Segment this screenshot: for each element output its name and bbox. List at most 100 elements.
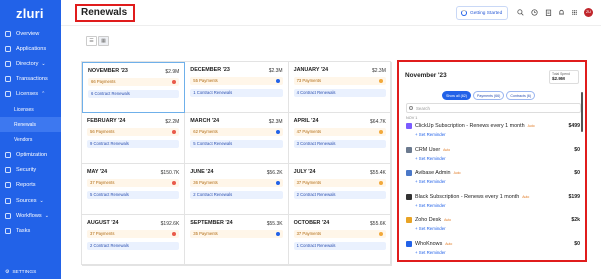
- search-icon: [409, 106, 413, 110]
- set-reminder-link[interactable]: + Set Reminder: [415, 226, 446, 231]
- renewal-item[interactable]: Black Subscription - Renews every 1 mont…: [406, 191, 580, 215]
- contracts-pill[interactable]: 5 Contract Renewals: [87, 191, 180, 199]
- month-cell[interactable]: APRIL '24 $64.7K 47 Payments 3 Contract Ren…: [288, 113, 392, 164]
- renewal-price: $0: [574, 146, 580, 153]
- contracts-count: 2 Contract Renewals: [193, 192, 233, 197]
- contracts-pill[interactable]: 5 Contract Renewals: [190, 140, 283, 148]
- month-cell[interactable]: JUNE '24 $56.2K 36 Payments 2 Contract Rene…: [185, 164, 289, 215]
- payments-pill[interactable]: 37 Payments: [87, 230, 180, 238]
- sidebar-item-reports[interactable]: Reports: [0, 178, 61, 193]
- payments-pill[interactable]: 37 Payments: [293, 230, 386, 238]
- renewal-title: WhoKnows: [415, 240, 443, 247]
- chip-payments[interactable]: Payments (66): [472, 91, 505, 100]
- clock-icon[interactable]: [531, 9, 538, 16]
- payments-pill[interactable]: 56 Payments: [87, 128, 180, 136]
- sidebar-item-overview[interactable]: Overview: [0, 26, 61, 41]
- sidebar-item-tasks[interactable]: Tasks: [0, 223, 61, 238]
- chip-contracts[interactable]: Contracts (6): [506, 91, 536, 100]
- renewal-item[interactable]: ClickUp Subscription - Renews every 1 mo…: [406, 120, 580, 144]
- set-reminder-link[interactable]: + Set Reminder: [415, 179, 446, 184]
- getting-started-button[interactable]: Getting Started: [456, 6, 508, 20]
- payments-pill[interactable]: 47 Payments: [293, 128, 386, 136]
- sidebar-item-licenses-sub[interactable]: Licenses: [0, 102, 61, 117]
- optimization-icon: [5, 152, 11, 159]
- set-reminder-link[interactable]: + Set Reminder: [415, 250, 446, 255]
- auto-tag: Auto: [445, 241, 453, 246]
- settings-link[interactable]: ⚙ SETTINGS: [5, 270, 36, 275]
- month-cell[interactable]: JANUARY '24 $2.3M 73 Payments 4 Contract Re…: [288, 62, 392, 113]
- sidebar-item-vendors-sub[interactable]: Vendors: [0, 132, 61, 147]
- payments-pill[interactable]: 36 Payments: [190, 179, 283, 187]
- contracts-pill[interactable]: 3 Contract Renewals: [293, 140, 386, 148]
- payments-count: 66 Payments: [91, 79, 116, 84]
- sidebar-item-applications[interactable]: Applications: [0, 41, 61, 56]
- sidebar-item-renewals-sub[interactable]: Renewals: [0, 117, 61, 133]
- month-cell[interactable]: MARCH '24 $2.3M 62 Payments 5 Contract Rene…: [185, 113, 289, 164]
- payments-count: 55 Payments: [193, 78, 218, 83]
- filter-chips: Show all (82) Payments (66) Contracts (6…: [442, 91, 536, 100]
- renewal-name: Zoho Desk Auto: [415, 217, 451, 223]
- sidebar-item-label: Overview: [16, 30, 40, 37]
- contracts-pill[interactable]: 2 Contract Renewals: [293, 191, 386, 199]
- month-cell[interactable]: SEPTEMBER '24 $55.3K 35 Payments: [185, 215, 289, 266]
- app-logo-icon: [172, 181, 177, 185]
- renewal-item[interactable]: Avibase Admin Auto $0 + Set Reminder: [406, 167, 580, 191]
- payments-pill[interactable]: 37 Payments: [293, 179, 386, 187]
- month-cell[interactable]: FEBRUARY '24 $2.2M 56 Payments 9 Contract R…: [82, 113, 186, 164]
- payments-pill[interactable]: 55 Payments: [190, 77, 283, 85]
- sidebar-item-security[interactable]: Security: [0, 163, 61, 178]
- total-spend-value: $2.9M: [552, 76, 565, 81]
- panel-scrollbar[interactable]: [581, 92, 583, 132]
- search-input[interactable]: Search: [406, 103, 581, 113]
- apps-grid-icon[interactable]: [571, 9, 578, 16]
- set-reminder-link[interactable]: + Set Reminder: [415, 132, 446, 137]
- contracts-pill[interactable]: 9 Contract Renewals: [87, 140, 180, 148]
- set-reminder-link[interactable]: + Set Reminder: [415, 156, 446, 161]
- contracts-pill[interactable]: 2 Contract Renewals: [87, 242, 180, 250]
- month-cell[interactable]: OCTOBER '24 $55.6K 37 Payments 1 Contract R…: [288, 215, 392, 266]
- grid-view-button[interactable]: ▦: [98, 36, 109, 46]
- app-logo-icon: [406, 217, 412, 223]
- contracts-pill[interactable]: 4 Contract Renewals: [293, 89, 386, 97]
- search-icon[interactable]: [517, 9, 524, 16]
- sidebar-item-workflows[interactable]: Workflows ⌄: [0, 208, 61, 223]
- sidebar-item-label: Directory: [16, 60, 39, 67]
- renewal-name: Black Subscription - Renews every 1 mont…: [415, 194, 529, 200]
- progress-ring-icon: [461, 10, 467, 16]
- contracts-count: 3 Contract Renewals: [296, 141, 336, 146]
- payments-pill[interactable]: 62 Payments: [190, 128, 283, 136]
- contracts-pill[interactable]: 1 Contract Renewals: [190, 89, 283, 97]
- sidebar-item-sources[interactable]: Sources ⌄: [0, 193, 61, 208]
- month-amount: $55.4K: [370, 170, 386, 176]
- sidebar-item-licenses[interactable]: Licenses ⌃: [0, 87, 61, 102]
- renewal-item[interactable]: Zoho Desk Auto $2k + Set Reminder: [406, 214, 580, 238]
- sidebar-item-optimization[interactable]: Optimization: [0, 148, 61, 163]
- clipboard-icon[interactable]: [545, 9, 552, 16]
- renewal-item[interactable]: WhoKnows Auto $0 + Set Reminder: [406, 238, 580, 262]
- chip-show-all[interactable]: Show all (82): [442, 91, 471, 100]
- payments-pill[interactable]: 37 Payments: [87, 179, 180, 187]
- month-cell[interactable]: MAY '24 $150.7K 37 Payments 5 Contract Rene…: [82, 164, 186, 215]
- sidebar-item-directory[interactable]: Directory ⌄: [0, 56, 61, 71]
- bell-icon[interactable]: [558, 9, 565, 16]
- renewal-item[interactable]: CRM User Auto $0 + Set Reminder: [406, 144, 580, 168]
- month-cell[interactable]: JULY '24 $55.4K 37 Payments 2 Contract Rene…: [288, 164, 392, 215]
- contracts-count: 1 Contract Renewals: [193, 90, 233, 95]
- payments-pill[interactable]: 35 Payments: [190, 230, 283, 238]
- payments-count: 37 Payments: [90, 180, 115, 185]
- payments-pill[interactable]: 73 Payments: [293, 77, 386, 85]
- avatar[interactable]: ZU: [584, 8, 593, 17]
- chevron-icon: ⌄: [39, 197, 44, 204]
- set-reminder-link[interactable]: + Set Reminder: [415, 203, 446, 208]
- contracts-pill[interactable]: 6 Contract Renewals: [88, 90, 180, 98]
- app-logo-icon: [406, 146, 412, 153]
- topbar: Renewals Getting Started ZU: [61, 0, 601, 26]
- month-cell[interactable]: DECEMBER '23 $2.3M 55 Payments 1 Contract R…: [185, 62, 289, 113]
- contracts-pill[interactable]: 2 Contract Renewals: [190, 191, 283, 199]
- list-view-button[interactable]: ☰: [86, 36, 97, 46]
- month-cell[interactable]: NOVEMBER '23 $2.9M 66 Payments 6 Contract R…: [82, 62, 186, 113]
- sidebar-item-transactions[interactable]: Transactions: [0, 72, 61, 87]
- contracts-pill[interactable]: 1 Contract Renewals: [293, 242, 386, 250]
- payments-pill[interactable]: 66 Payments: [88, 78, 180, 86]
- month-cell[interactable]: AUGUST '24 $192.6K 37 Payments 2 Contract R…: [82, 215, 186, 266]
